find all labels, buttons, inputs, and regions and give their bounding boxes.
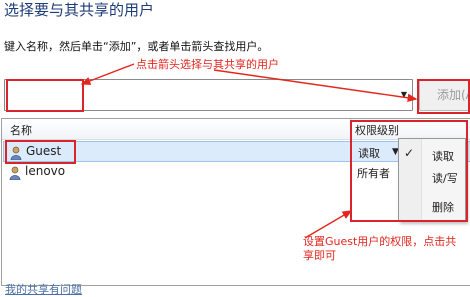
annotation-arrows: [80, 63, 418, 239]
arrow-to-add: [213, 69, 418, 102]
arrow-to-permissions: [304, 210, 353, 239]
arrow-to-combo: [80, 63, 135, 85]
